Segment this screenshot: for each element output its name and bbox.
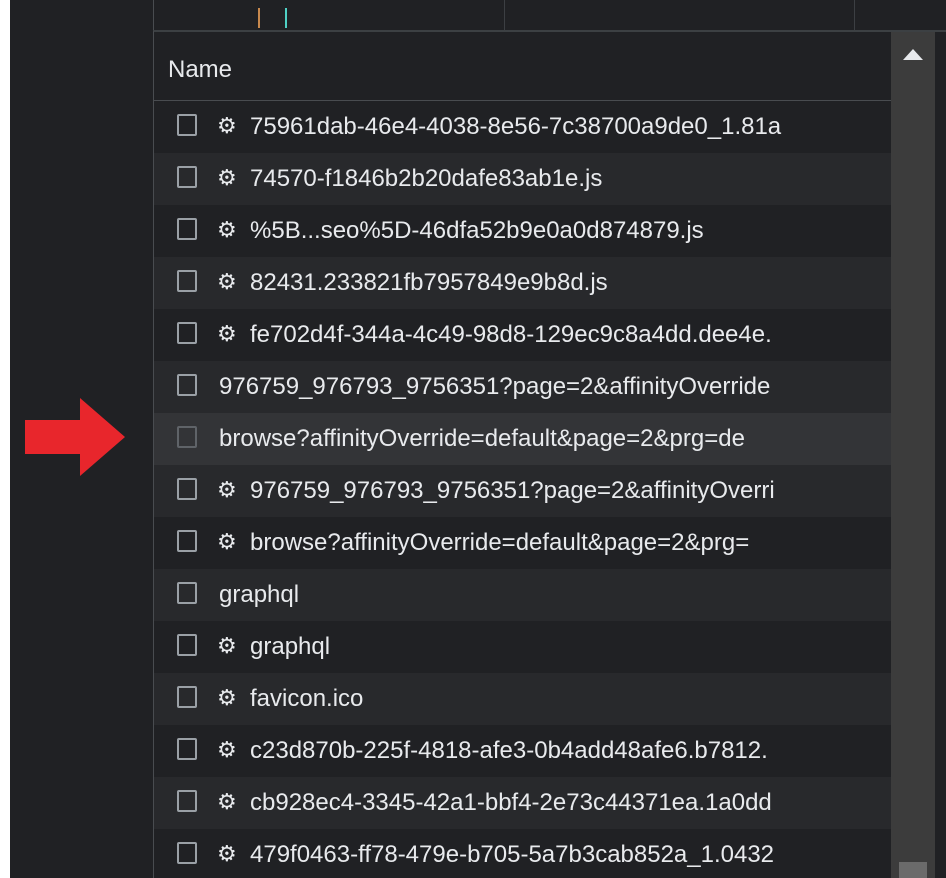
table-row[interactable]: ⚙ 75961dab-46e4-4038-8e56-7c38700a9de0_1.…	[154, 101, 891, 153]
row-checkbox[interactable]	[177, 842, 197, 864]
table-row[interactable]: 976759_976793_9756351?page=2&affinityOve…	[154, 361, 891, 413]
red-arrow-annotation	[25, 398, 125, 476]
scrollbar-thumb[interactable]	[899, 862, 927, 878]
row-checkbox[interactable]	[177, 478, 197, 500]
row-checkbox[interactable]	[177, 270, 197, 292]
gear-icon: ⚙	[217, 113, 237, 138]
table-row[interactable]: ⚙ %5B...seo%5D-46dfa52b9e0a0d874879.js	[154, 205, 891, 257]
table-row[interactable]: ⚙ cb928ec4-3345-42a1-bbf4-2e73c44371ea.1a…	[154, 777, 891, 829]
gear-icon: ⚙	[217, 321, 237, 346]
request-name: 74570-f1846b2b20dafe83ab1e.js	[250, 165, 603, 192]
gear-icon: ⚙	[217, 477, 237, 502]
request-name: %5B...seo%5D-46dfa52b9e0a0d874879.js	[250, 217, 704, 244]
request-name: c23d870b-225f-4818-afe3-0b4add48afe6.b78…	[250, 737, 768, 764]
left-gutter	[10, 0, 153, 878]
table-row[interactable]: graphql	[154, 569, 891, 621]
right-edge	[935, 32, 946, 878]
scroll-up-arrow-icon[interactable]	[891, 32, 935, 82]
request-name: cb928ec4-3345-42a1-bbf4-2e73c44371ea.1a0…	[250, 789, 772, 816]
request-rows: ⚙ 75961dab-46e4-4038-8e56-7c38700a9de0_1.…	[154, 101, 891, 878]
network-request-table: Name ⚙ 75961dab-46e4-4038-8e56-7c38700a9d…	[153, 30, 946, 878]
gear-icon: ⚙	[217, 685, 237, 710]
table-row[interactable]: ⚙ graphql	[154, 621, 891, 673]
table-row[interactable]: ⚙ 479f0463-ff78-479e-b705-5a7b3cab852a_1.…	[154, 829, 891, 878]
row-checkbox[interactable]	[177, 114, 197, 136]
gear-icon: ⚙	[217, 217, 237, 242]
row-checkbox[interactable]	[177, 790, 197, 812]
row-checkbox[interactable]	[177, 166, 197, 188]
row-checkbox[interactable]	[177, 738, 197, 760]
request-name: 82431.233821fb7957849e9b8d.js	[250, 269, 608, 296]
column-header-name[interactable]: Name	[168, 56, 232, 84]
request-name: 479f0463-ff78-479e-b705-5a7b3cab852a_1.0…	[250, 841, 775, 868]
vertical-scrollbar[interactable]	[891, 32, 935, 878]
timeline-mark-orange	[258, 8, 260, 28]
table-row[interactable]: ⚙ c23d870b-225f-4818-afe3-0b4add48afe6.b7…	[154, 725, 891, 777]
row-checkbox[interactable]	[177, 322, 197, 344]
request-name: graphql	[250, 633, 331, 660]
table-header[interactable]: Name	[154, 32, 891, 101]
request-name: graphql	[219, 581, 300, 608]
table-row[interactable]: ⚙ 82431.233821fb7957849e9b8d.js	[154, 257, 891, 309]
gear-icon: ⚙	[217, 529, 237, 554]
gear-icon: ⚙	[217, 789, 237, 814]
request-name: 976759_976793_9756351?page=2&affinityOve…	[219, 373, 771, 400]
row-checkbox[interactable]	[177, 426, 197, 448]
table-row[interactable]: ⚙ 976759_976793_9756351?page=2&affinityOv…	[154, 465, 891, 517]
table-row[interactable]: ⚙ favicon.ico	[154, 673, 891, 725]
network-timeline-overview[interactable]	[153, 0, 946, 30]
gear-icon: ⚙	[217, 633, 237, 658]
table-row[interactable]: ⚙ fe702d4f-344a-4c49-98d8-129ec9c8a4dd.de…	[154, 309, 891, 361]
request-name: 976759_976793_9756351?page=2&affinityOve…	[250, 477, 775, 504]
timeline-mark-teal	[285, 8, 287, 28]
row-checkbox[interactable]	[177, 686, 197, 708]
row-checkbox[interactable]	[177, 374, 197, 396]
gear-icon: ⚙	[217, 737, 237, 762]
row-checkbox[interactable]	[177, 634, 197, 656]
request-name: 75961dab-46e4-4038-8e56-7c38700a9de0_1.8…	[250, 113, 782, 140]
table-row[interactable]: browse?affinityOverride=default&page=2&p…	[154, 413, 891, 465]
devtools-window: Name ⚙ 75961dab-46e4-4038-8e56-7c38700a9d…	[10, 0, 946, 878]
gear-icon: ⚙	[217, 841, 237, 866]
gear-icon: ⚙	[217, 269, 237, 294]
request-name: fe702d4f-344a-4c49-98d8-129ec9c8a4dd.dee…	[250, 321, 772, 348]
request-name: browse?affinityOverride=default&page=2&p…	[250, 529, 750, 556]
table-row[interactable]: ⚙ 74570-f1846b2b20dafe83ab1e.js	[154, 153, 891, 205]
gear-icon: ⚙	[217, 165, 237, 190]
row-checkbox[interactable]	[177, 218, 197, 240]
table-row[interactable]: ⚙ browse?affinityOverride=default&page=2&…	[154, 517, 891, 569]
request-name: favicon.ico	[250, 685, 364, 712]
request-name: browse?affinityOverride=default&page=2&p…	[219, 425, 745, 452]
row-checkbox[interactable]	[177, 530, 197, 552]
row-checkbox[interactable]	[177, 582, 197, 604]
